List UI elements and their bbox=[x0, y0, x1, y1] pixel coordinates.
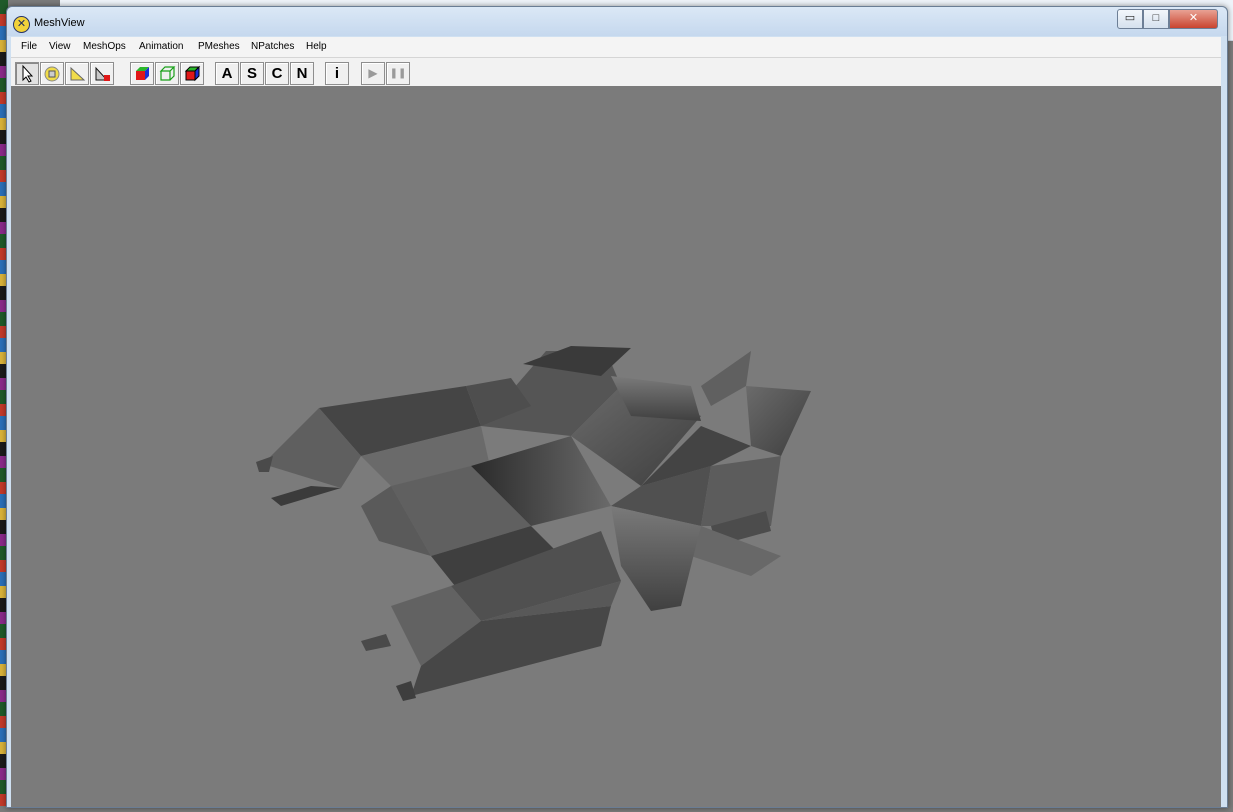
wire-cube-icon bbox=[159, 66, 176, 81]
maximize-button[interactable]: □ bbox=[1143, 9, 1169, 29]
c-button[interactable]: C bbox=[265, 62, 289, 85]
shaded-cube-icon bbox=[184, 65, 201, 82]
menu-file[interactable]: File bbox=[21, 41, 37, 52]
mesh-model bbox=[256, 346, 811, 701]
vertex-icon bbox=[44, 66, 60, 82]
n-button[interactable]: N bbox=[290, 62, 314, 85]
app-icon: ✕ bbox=[13, 16, 30, 33]
play-button[interactable]: ▶ bbox=[361, 62, 385, 85]
info-button[interactable]: i bbox=[325, 62, 349, 85]
solid-cube-icon bbox=[136, 67, 149, 80]
menu-meshops[interactable]: MeshOps bbox=[83, 41, 126, 52]
triangle-face-icon bbox=[95, 66, 110, 81]
shaded-wire-button[interactable] bbox=[180, 62, 204, 85]
menu-view[interactable]: View bbox=[49, 41, 71, 52]
title-bar[interactable]: ✕ MeshView ▭ □ ✕ bbox=[7, 7, 1227, 36]
close-button[interactable]: ✕ bbox=[1169, 9, 1218, 29]
face-tool-button[interactable] bbox=[90, 62, 114, 85]
solid-shading-button[interactable] bbox=[130, 62, 154, 85]
select-tool-button[interactable] bbox=[15, 62, 39, 85]
s-button[interactable]: S bbox=[240, 62, 264, 85]
3d-viewport[interactable] bbox=[11, 86, 1221, 807]
toolbar: A S C N i ▶ ❚❚ bbox=[11, 58, 1221, 86]
menu-npatches[interactable]: NPatches bbox=[251, 41, 294, 52]
pause-button[interactable]: ❚❚ bbox=[386, 62, 410, 85]
triangle-edge-icon bbox=[70, 66, 86, 81]
menu-pmeshes[interactable]: PMeshes bbox=[198, 41, 240, 52]
window-title: MeshView bbox=[34, 17, 85, 29]
meshview-window: ✕ MeshView ▭ □ ✕ File View MeshOps Anima… bbox=[6, 6, 1228, 808]
menu-help[interactable]: Help bbox=[306, 41, 327, 52]
minimize-button[interactable]: ▭ bbox=[1117, 9, 1143, 29]
menu-bar: File View MeshOps Animation PMeshes NPat… bbox=[11, 37, 1221, 58]
edge-tool-button[interactable] bbox=[65, 62, 89, 85]
wireframe-button[interactable] bbox=[155, 62, 179, 85]
vertex-tool-button[interactable] bbox=[40, 62, 64, 85]
arrow-cursor-icon bbox=[22, 64, 34, 83]
menu-animation[interactable]: Animation bbox=[139, 41, 183, 52]
a-button[interactable]: A bbox=[215, 62, 239, 85]
